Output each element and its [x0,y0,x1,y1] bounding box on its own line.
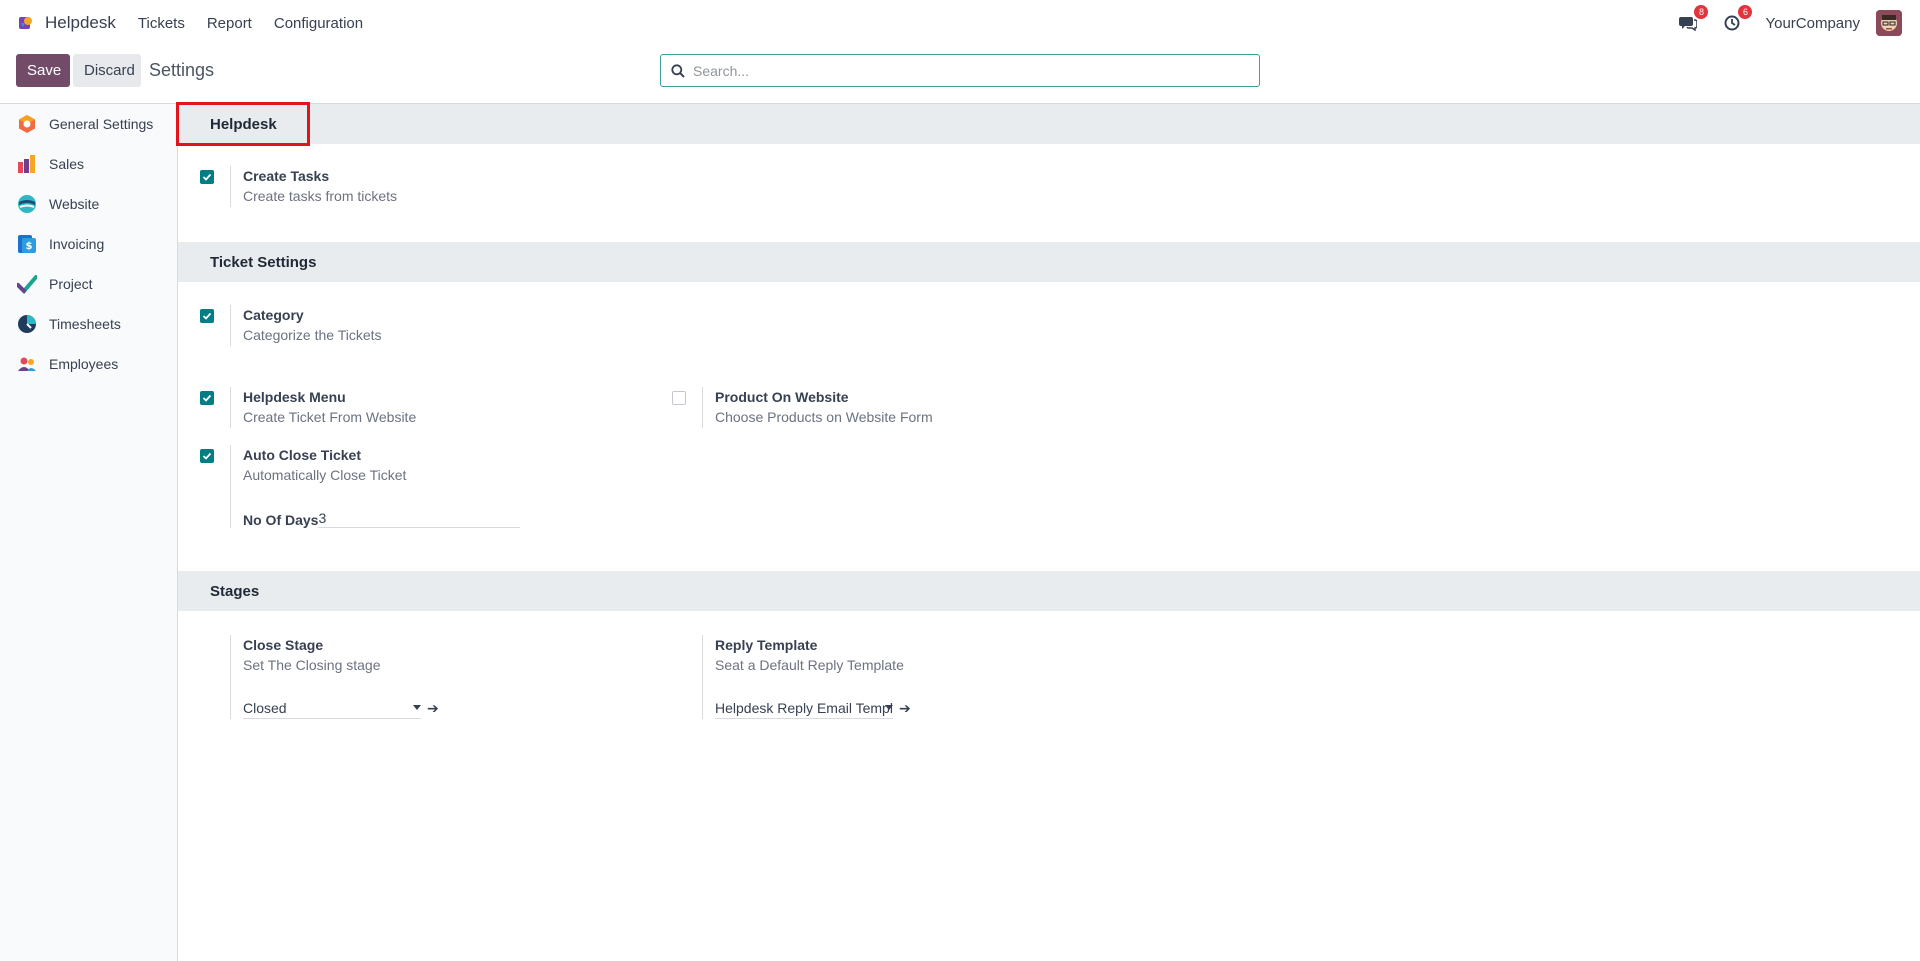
sidebar-item-timesheets[interactable]: Timesheets [0,304,177,344]
highlight-annotation-box [176,102,310,146]
app-name[interactable]: Helpdesk [45,13,116,33]
setting-title: Create Tasks [243,168,330,184]
setting-title: Auto Close Ticket [243,447,361,463]
caret-down-icon [413,705,421,710]
reply-template-select[interactable]: Helpdesk Reply Email Template [715,698,893,719]
discard-button[interactable]: Discard [73,54,141,87]
section-title-ticket-settings: Ticket Settings [210,253,317,271]
checkmark-icon [202,312,212,320]
caret-down-icon [885,705,893,710]
save-button[interactable]: Save [16,54,70,87]
setting-title: Helpdesk Menu [243,389,346,405]
settings-hex-icon [17,114,37,134]
checkmark-icon [202,173,212,181]
menu-configuration[interactable]: Configuration [274,15,363,32]
helpdesk-menu-checkbox[interactable] [200,391,214,405]
search-bar[interactable] [660,54,1260,87]
sidebar-item-project[interactable]: Project [0,264,177,304]
sidebar-item-label: Website [49,196,100,212]
section-header-ticket-settings: Ticket Settings [178,242,1920,282]
menu-tickets[interactable]: Tickets [138,15,185,32]
arrow-right-icon[interactable]: ➔ [899,700,911,717]
no-of-days-input[interactable] [318,508,521,528]
sidebar-item-invoicing[interactable]: $ Invoicing [0,224,177,264]
clock-icon [1724,15,1740,31]
close-stage-select[interactable]: Closed [243,698,421,719]
setting-title: Product On Website [715,389,849,405]
sidebar-item-website[interactable]: Website [0,184,177,224]
sidebar-item-label: Invoicing [49,236,105,252]
project-check-icon [17,274,37,294]
sidebar-item-label: Employees [49,356,119,372]
section-header-stages: Stages [178,571,1920,611]
settings-sidebar: General Settings Sales Website $ Invoici… [0,104,178,961]
employees-people-icon [17,354,37,374]
setting-helpdesk-menu: Helpdesk Menu Create Ticket From Website [184,387,416,428]
checkmark-icon [202,394,212,402]
no-of-days-label: No Of Days [243,512,319,528]
top-navbar: Helpdesk Tickets Report Configuration 8 … [0,0,1920,46]
svg-text:$: $ [26,241,33,252]
control-panel: Save Discard Settings [0,46,1920,104]
search-icon [671,63,685,78]
product-on-website-checkbox[interactable] [672,391,686,405]
setting-description: Create Ticket From Website [243,409,417,425]
website-globe-icon [17,194,37,214]
chat-icon [1679,17,1698,31]
setting-close-stage: Close Stage Set The Closing stage Closed… [184,635,439,719]
create-tasks-checkbox[interactable] [200,170,214,184]
sidebar-item-label: General Settings [49,116,154,132]
company-switcher[interactable]: YourCompany [1765,15,1860,32]
activities-badge: 6 [1738,5,1753,19]
setting-title: Reply Template [715,637,818,653]
messages-button[interactable]: 8 [1677,5,1709,34]
sidebar-item-employees[interactable]: Employees [0,344,177,384]
setting-description: Automatically Close Ticket [243,467,407,483]
reply-template-value: Helpdesk Reply Email Template [715,700,893,716]
setting-description: Create tasks from tickets [243,188,398,204]
menu-report[interactable]: Report [207,15,252,32]
setting-title: Category [243,307,304,323]
close-stage-value: Closed [243,700,287,716]
page-title: Settings [149,60,215,80]
setting-title: Close Stage [243,637,324,653]
search-input[interactable] [693,62,1233,79]
user-avatar[interactable] [1876,10,1902,36]
sidebar-item-general-settings[interactable]: General Settings [0,104,177,144]
category-checkbox[interactable] [200,309,214,323]
sidebar-item-label: Sales [49,156,85,172]
section-title-stages: Stages [210,582,260,600]
setting-auto-close-ticket: Auto Close Ticket Automatically Close Ti… [184,445,521,528]
auto-close-ticket-checkbox[interactable] [200,449,214,463]
section-header-helpdesk: Helpdesk [176,102,1920,146]
helpdesk-app-icon[interactable] [17,14,35,32]
sidebar-item-label: Timesheets [49,316,121,332]
sidebar-item-sales[interactable]: Sales [0,144,177,184]
activities-button[interactable]: 6 [1721,5,1753,34]
checkmark-icon [202,452,212,460]
setting-category: Category Categorize the Tickets [184,305,382,346]
messages-badge: 8 [1694,5,1709,19]
setting-description: Seat a Default Reply Template [715,657,904,673]
sidebar-item-label: Project [49,276,93,292]
setting-description: Categorize the Tickets [243,327,382,343]
setting-reply-template: Reply Template Seat a Default Reply Temp… [656,635,911,719]
setting-product-on-website: Product On Website Choose Products on We… [656,387,933,428]
settings-content: Helpdesk Create Tasks Create tasks from … [176,102,1920,961]
setting-description: Choose Products on Website Form [715,409,933,425]
sales-chart-icon [17,154,37,174]
setting-create-tasks: Create Tasks Create tasks from tickets [184,166,397,207]
arrow-right-icon[interactable]: ➔ [427,700,439,717]
timesheets-clock-icon [17,314,37,334]
invoice-dollar-icon: $ [17,234,37,254]
setting-description: Set The Closing stage [243,657,381,673]
